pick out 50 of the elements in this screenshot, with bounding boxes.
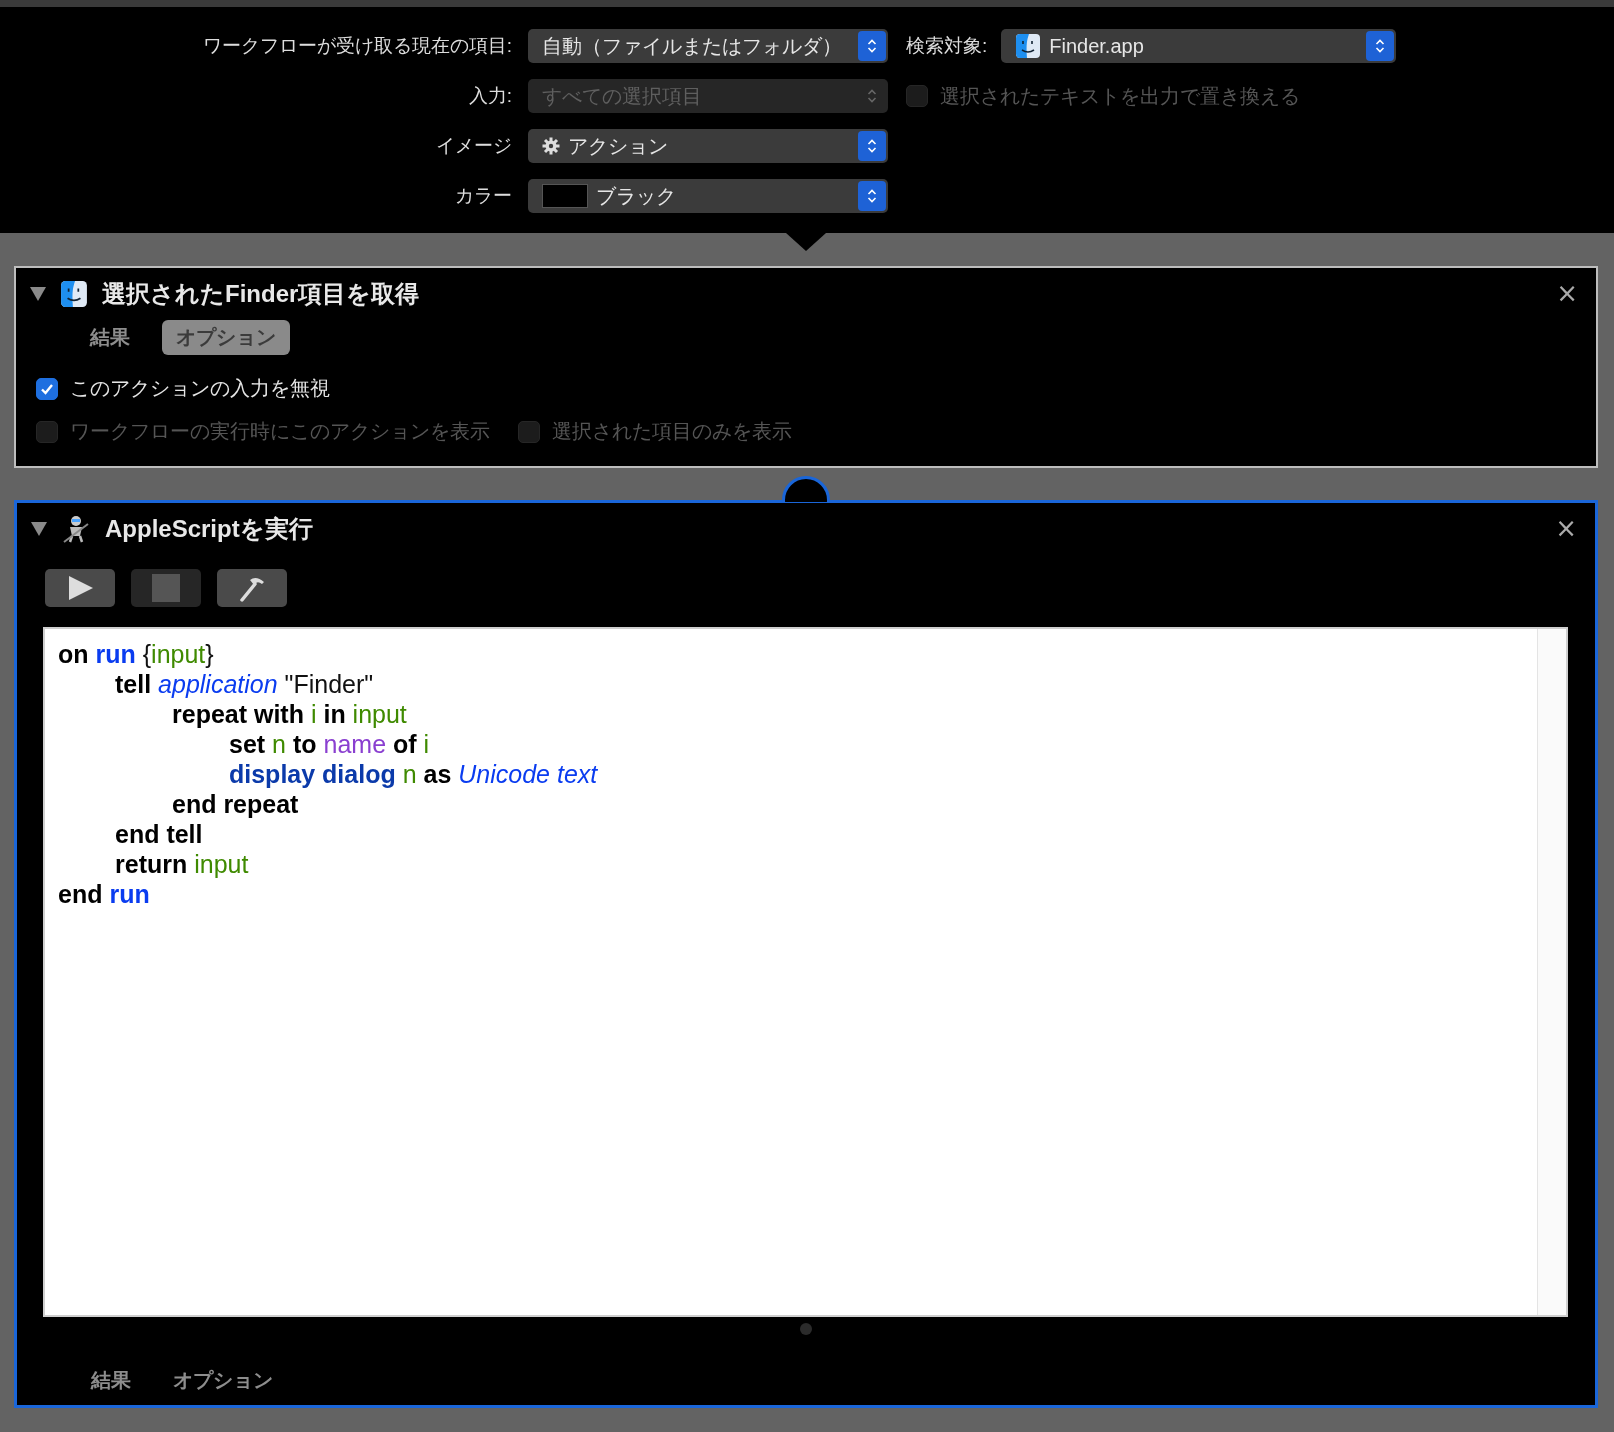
updown-arrows-icon: [867, 138, 877, 154]
disclosure-triangle-icon[interactable]: [30, 287, 46, 301]
dropdown[interactable]: Finder.app: [1001, 29, 1397, 63]
checkbox-label: 選択されたテキストを出力で置き換える: [940, 83, 1300, 109]
compile-button[interactable]: [217, 569, 287, 607]
tab[interactable]: オプション: [159, 1363, 287, 1398]
code-line: end tell: [114, 819, 204, 849]
field-label: イメージ: [435, 134, 513, 158]
code-line: repeat with i in input: [171, 699, 408, 729]
code-line: return input: [114, 849, 250, 879]
dropdown[interactable]: アクション: [528, 129, 888, 163]
field-label: カラー: [454, 184, 513, 208]
action-title: AppleScriptを実行: [105, 514, 313, 544]
code-line: end run: [58, 879, 151, 909]
close-button[interactable]: ×: [1556, 280, 1578, 306]
color-swatch: [542, 184, 588, 208]
scroll-bar[interactable]: [1537, 629, 1566, 1315]
field-label: 入力:: [467, 84, 513, 108]
field-label: ワークフローが受け取る現在の項目:: [201, 34, 513, 58]
code-line: display dialog n as Unicode text: [228, 759, 599, 789]
finder-face-icon: [1015, 33, 1042, 59]
code-line: on run {input}: [58, 639, 215, 669]
resize-handle[interactable]: [800, 1323, 812, 1335]
field-label: 検索対象:: [906, 34, 988, 58]
checkbox-label: このアクションの入力を無視: [70, 376, 330, 401]
action-title: 選択されたFinder項目を取得: [102, 279, 420, 309]
close-button[interactable]: ×: [1555, 515, 1577, 541]
robot-icon: [61, 514, 91, 544]
updown-arrows-icon: [867, 38, 877, 54]
run-button[interactable]: [45, 569, 115, 607]
tab[interactable]: 結果: [77, 1363, 145, 1398]
play-icon: [66, 574, 94, 602]
checkbox-label: ワークフローの実行時にこのアクションを表示: [70, 419, 490, 444]
stop-button[interactable]: [131, 569, 201, 607]
stop-icon: [152, 574, 180, 602]
code-line: tell application "Finder": [114, 669, 375, 699]
finder-face-icon: [60, 280, 88, 308]
code-line: set n to name of i: [228, 729, 431, 759]
tab[interactable]: 結果: [76, 320, 144, 355]
updown-arrows-icon: [867, 88, 877, 104]
disclosure-triangle-icon[interactable]: [31, 522, 47, 536]
dropdown[interactable]: ブラック: [528, 179, 888, 213]
code-line: end repeat: [171, 789, 300, 819]
gear-icon: [542, 137, 560, 155]
updown-arrows-icon: [1375, 38, 1386, 54]
dropdown[interactable]: 自動（ファイルまたはフォルダ）: [528, 29, 888, 63]
checkbox-label: 選択された項目のみを表示: [552, 419, 792, 444]
checkbox[interactable]: [36, 377, 58, 400]
updown-arrows-icon: [867, 188, 877, 204]
code-editor[interactable]: on run {input} tell application "Finder" repeat with i in input set n to name of i display dialog n as Unicode text end repeat end tell return input end run: [43, 627, 1568, 1317]
